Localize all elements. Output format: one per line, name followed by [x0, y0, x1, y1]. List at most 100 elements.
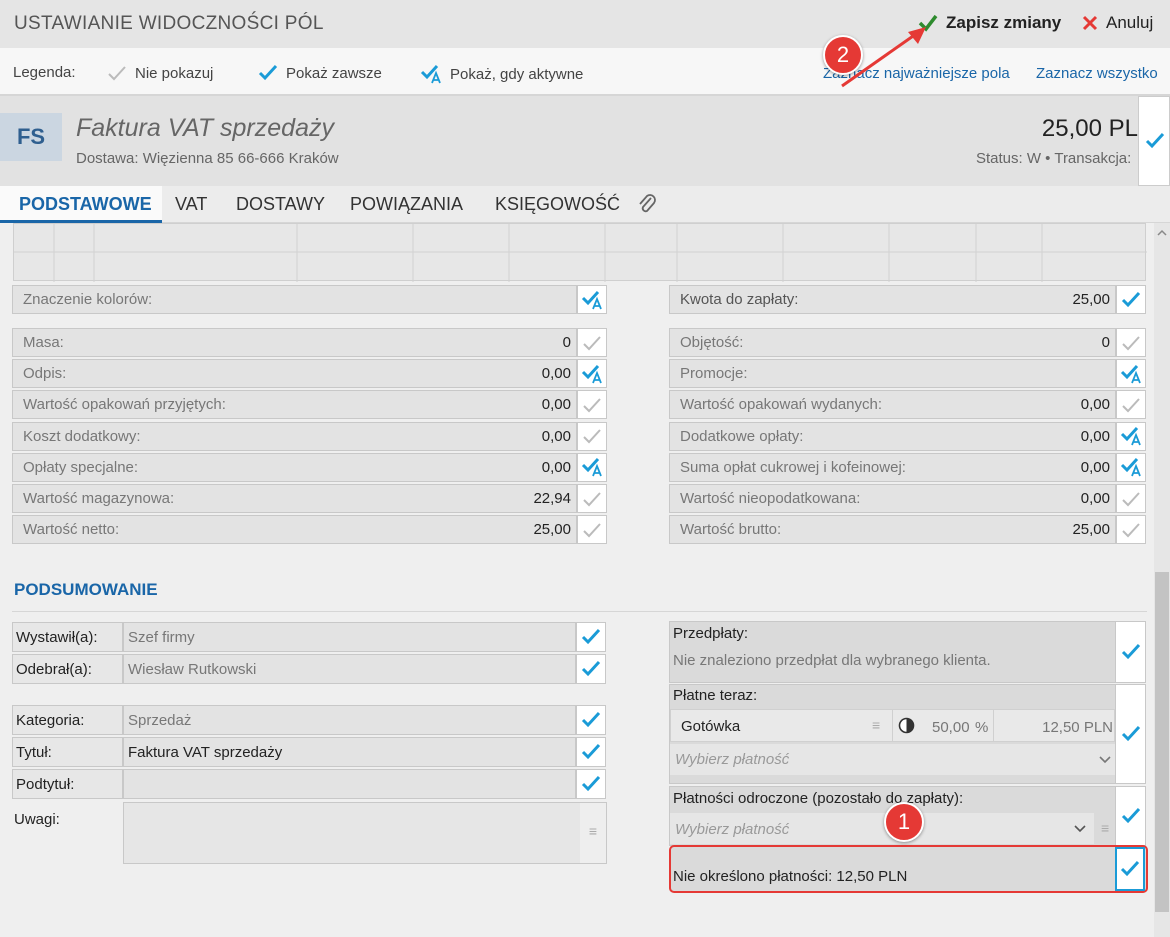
items-grid	[13, 223, 1147, 282]
document-amount: 25,00 PL	[1041, 115, 1138, 142]
prepayments-info: Nie znaleziono przedpłat dla wybranego k…	[673, 652, 991, 669]
title-label: Tytuł:	[12, 737, 123, 767]
cancel-label: Anuluj	[1106, 13, 1154, 32]
active-check-icon	[1120, 458, 1141, 477]
chevron-down-icon[interactable]	[1074, 824, 1086, 833]
visibility-toggle[interactable]	[577, 484, 607, 513]
visibility-toggle[interactable]	[577, 515, 607, 545]
check-icon	[1145, 132, 1165, 149]
visibility-toggle[interactable]	[1116, 452, 1146, 482]
check-icon	[1121, 643, 1140, 660]
colors-meaning-toggle[interactable]	[577, 285, 607, 314]
visibility-toggle[interactable]	[1116, 421, 1146, 451]
check-icon	[1121, 725, 1140, 742]
pay-now-label: Płatne teraz:	[673, 687, 758, 704]
half-circle-icon	[898, 717, 915, 734]
subtitle-toggle[interactable]	[576, 769, 606, 799]
notes-label: Uwagi:	[14, 811, 60, 828]
paperclip-icon[interactable]	[636, 192, 658, 216]
pay-now-toggle[interactable]	[1115, 684, 1146, 784]
issued-toggle[interactable]	[576, 622, 606, 652]
tab-ksiegowosc[interactable]: KSIĘGOWOŚĆ	[495, 194, 620, 215]
undefined-payment-toggle[interactable]	[1115, 847, 1145, 891]
field-row: Masa: 0	[12, 328, 607, 357]
colors-meaning-label: Znaczenie kolorów:	[12, 285, 577, 314]
deferred-toggle[interactable]	[1115, 786, 1146, 846]
check-icon	[581, 660, 601, 677]
select-all-link[interactable]: Zaznacz wszystko	[1036, 65, 1158, 82]
deferred-menu-icon[interactable]: ≡	[1101, 820, 1109, 836]
percent-value[interactable]: 50,00	[932, 719, 970, 736]
method-menu-icon[interactable]: ≡	[872, 717, 880, 733]
category-toggle[interactable]	[576, 705, 606, 735]
visibility-toggle[interactable]	[577, 359, 607, 389]
legend-active-label: Pokaż, gdy aktywne	[450, 65, 584, 83]
issued-label: Wystawił(a):	[12, 622, 123, 652]
deferred-select-placeholder: Wybierz płatność	[675, 821, 790, 838]
grid-lines	[14, 224, 1147, 282]
issued-value[interactable]: Szef firmy	[123, 622, 576, 652]
chevron-down-icon[interactable]	[1099, 755, 1111, 764]
visibility-toggle[interactable]	[1116, 359, 1146, 389]
cancel-button[interactable]: Anuluj	[1082, 13, 1153, 33]
active-check-icon	[581, 364, 602, 384]
field-row: Wartość nieopodatkowana: 0,00	[669, 484, 1146, 513]
title-value[interactable]: Faktura VAT sprzedaży	[123, 737, 576, 767]
received-toggle[interactable]	[576, 654, 606, 684]
field-row: Wartość magazynowa: 22,94	[12, 484, 607, 513]
visibility-toggle[interactable]	[1116, 515, 1146, 545]
page-title: USTAWIANIE WIDOCZNOŚCI PÓL	[14, 13, 324, 34]
annotation-badge-1: 1	[884, 802, 924, 842]
field-row: Wartość opakowań przyjętych: 0,00	[12, 390, 607, 420]
active-check-icon	[1120, 364, 1141, 384]
field-value: 0	[562, 334, 571, 351]
visibility-toggle[interactable]	[1116, 484, 1146, 513]
check-icon	[1121, 807, 1140, 824]
field-row: Wartość brutto: 25,00	[669, 515, 1146, 545]
hide-check-icon	[583, 429, 601, 444]
scrollbar-thumb[interactable]	[1155, 572, 1169, 912]
notes-menu-icon[interactable]: ≡	[580, 803, 606, 863]
tab-vat[interactable]: VAT	[175, 194, 207, 215]
visibility-toggle[interactable]	[577, 421, 607, 451]
visibility-toggle[interactable]	[1116, 390, 1146, 420]
tab-powiazania[interactable]: POWIĄZANIA	[350, 194, 463, 215]
percent-unit: %	[975, 719, 989, 736]
field-value: 0,00	[541, 365, 571, 383]
deferred-label: Płatności odroczone (pozostało do zapłat…	[673, 790, 964, 807]
prepayments-toggle[interactable]	[1115, 621, 1146, 683]
check-icon	[1120, 860, 1140, 877]
summary-heading: PODSUMOWANIE	[14, 580, 158, 599]
header-visibility-toggle[interactable]	[1138, 96, 1170, 186]
visibility-toggle[interactable]	[1116, 328, 1146, 357]
tab-dostawy[interactable]: DOSTAWY	[236, 194, 325, 215]
tab-podstawowe[interactable]: PODSTAWOWE	[19, 194, 152, 215]
field-row: Odpis: 0,00	[12, 359, 607, 389]
visibility-toggle[interactable]	[577, 390, 607, 420]
visibility-toggle[interactable]	[577, 452, 607, 482]
scroll-up-icon[interactable]	[1156, 228, 1168, 238]
hide-check-icon	[583, 523, 601, 538]
title-toggle[interactable]	[576, 737, 606, 767]
received-value[interactable]: Wiesław Rutkowski	[123, 654, 576, 684]
delivery-address: Dostawa: Więzienna 85 66-666 Kraków	[76, 150, 339, 167]
field-row: Promocje:	[669, 359, 1146, 389]
document-status: Status: W • Transakcja:	[976, 150, 1132, 167]
hide-check-icon	[583, 398, 601, 413]
column-divider-2	[993, 709, 994, 742]
active-check-icon	[420, 64, 441, 84]
amount-due-toggle[interactable]	[1116, 285, 1146, 314]
hide-check-icon	[1122, 398, 1140, 413]
notes-field[interactable]: ≡	[123, 802, 607, 864]
pay-now-select-placeholder: Wybierz płatność	[675, 751, 790, 768]
pay-now-amount[interactable]: 12,50 PLN	[1000, 719, 1113, 736]
payment-method[interactable]: Gotówka	[681, 718, 740, 735]
field-row: Opłaty specjalne: 0,00	[12, 452, 607, 482]
save-button[interactable]: Zapisz zmiany	[918, 13, 1061, 33]
field-label: Promocje:	[669, 359, 1116, 389]
subtitle-value[interactable]	[123, 769, 576, 799]
visibility-toggle[interactable]	[577, 328, 607, 357]
field-value: 0,00	[541, 427, 571, 445]
category-value[interactable]: Sprzedaż	[123, 705, 576, 735]
legend-always-label: Pokaż zawsze	[286, 64, 382, 82]
